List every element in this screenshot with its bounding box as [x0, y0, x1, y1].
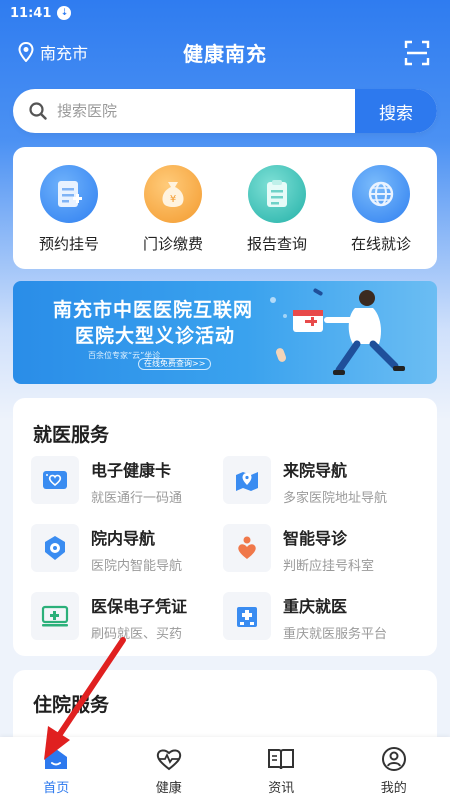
hospital-building-icon [223, 592, 271, 640]
registration-icon [40, 165, 98, 223]
quick-action-registration[interactable]: 预约挂号 [19, 165, 119, 269]
money-bag-icon: ¥ [144, 165, 202, 223]
search-field [13, 89, 355, 133]
tab-news[interactable]: 资讯 [225, 737, 338, 800]
tab-label: 资讯 [268, 781, 295, 796]
service-desc: 多家医院地址导航 [283, 491, 388, 506]
promo-banner[interactable]: 南充市中医医院互联网 医院大型义诊活动 百余位专家“云”坐诊 在线免费查询>> [13, 281, 437, 384]
globe-icon [352, 165, 410, 223]
service-name: 重庆就医 [283, 597, 348, 616]
scan-icon[interactable] [404, 40, 430, 66]
service-insurance-voucher[interactable]: 医保电子凭证 刷码就医、买药 [31, 592, 231, 650]
medical-services-card: 就医服务 电子健康卡 就医通行一码通 来院导航 多家医院地址导航 院内导航 医院… [13, 398, 437, 656]
service-smart-triage[interactable]: 智能导诊 判断应挂号科室 [223, 524, 423, 582]
service-desc: 重庆就医服务平台 [283, 627, 388, 642]
banner-title-line1: 南充市中医医院互联网 [53, 299, 254, 321]
service-health-card[interactable]: 电子健康卡 就医通行一码通 [31, 456, 231, 514]
search-bar: 搜索 [13, 89, 437, 133]
service-name: 智能导诊 [283, 529, 348, 548]
svg-text:¥: ¥ [170, 194, 176, 205]
report-icon [248, 165, 306, 223]
heart-pulse-icon [154, 745, 184, 773]
service-indoor-navigation[interactable]: 院内导航 医院内智能导航 [31, 524, 231, 582]
status-time: 11:41 [10, 5, 52, 21]
book-icon [266, 745, 296, 773]
status-bar: 11:41 ⇣ [0, 0, 450, 26]
quick-action-label: 在线就诊 [350, 235, 411, 253]
service-name: 来院导航 [283, 461, 348, 480]
service-hospital-navigation[interactable]: 来院导航 多家医院地址导航 [223, 456, 423, 514]
header: 南充市 健康南充 [0, 32, 450, 72]
insurance-card-icon [31, 592, 79, 640]
service-desc: 刷码就医、买药 [91, 627, 183, 642]
tab-label: 我的 [380, 781, 407, 796]
search-button[interactable]: 搜索 [355, 89, 437, 133]
section-title: 就医服务 [33, 424, 110, 446]
section-title: 住院服务 [33, 694, 110, 716]
service-name: 医保电子凭证 [91, 597, 188, 616]
quick-action-label: 门诊缴费 [142, 235, 203, 253]
health-card-icon [31, 456, 79, 504]
service-desc: 判断应挂号科室 [283, 559, 375, 574]
search-input[interactable] [57, 102, 317, 120]
banner-title-line2: 医院大型义诊活动 [75, 325, 236, 347]
map-navigation-icon [223, 456, 271, 504]
quick-action-payment[interactable]: ¥ 门诊缴费 [123, 165, 223, 269]
quick-action-report[interactable]: 报告查询 [227, 165, 327, 269]
banner-link[interactable]: 在线免费查询>> [138, 358, 212, 370]
bottom-tab-bar: 首页 健康 资讯 我的 [0, 737, 450, 800]
user-icon [379, 745, 409, 773]
service-desc: 医院内智能导航 [91, 559, 183, 574]
quick-action-label: 预约挂号 [38, 235, 99, 253]
tab-label: 首页 [43, 781, 70, 796]
tab-mine[interactable]: 我的 [338, 737, 450, 800]
download-badge-icon: ⇣ [57, 6, 72, 20]
service-chongqing[interactable]: 重庆就医 重庆就医服务平台 [223, 592, 423, 650]
service-name: 院内导航 [91, 529, 156, 548]
service-name: 电子健康卡 [91, 461, 172, 480]
tab-label: 健康 [155, 781, 182, 796]
tab-health[interactable]: 健康 [113, 737, 226, 800]
tab-home[interactable]: 首页 [0, 737, 113, 800]
quick-action-online-visit[interactable]: 在线就诊 [331, 165, 431, 269]
search-icon [29, 102, 47, 120]
smart-triage-icon [223, 524, 271, 572]
app-title: 健康南充 [183, 42, 267, 66]
running-doctor-icon [270, 288, 405, 375]
home-icon [41, 745, 71, 773]
hospital-location-icon [31, 524, 79, 572]
quick-actions-card: 预约挂号 ¥ 门诊缴费 报告查询 在线就诊 [13, 147, 437, 269]
quick-action-label: 报告查询 [246, 235, 307, 253]
service-desc: 就医通行一码通 [91, 491, 183, 506]
